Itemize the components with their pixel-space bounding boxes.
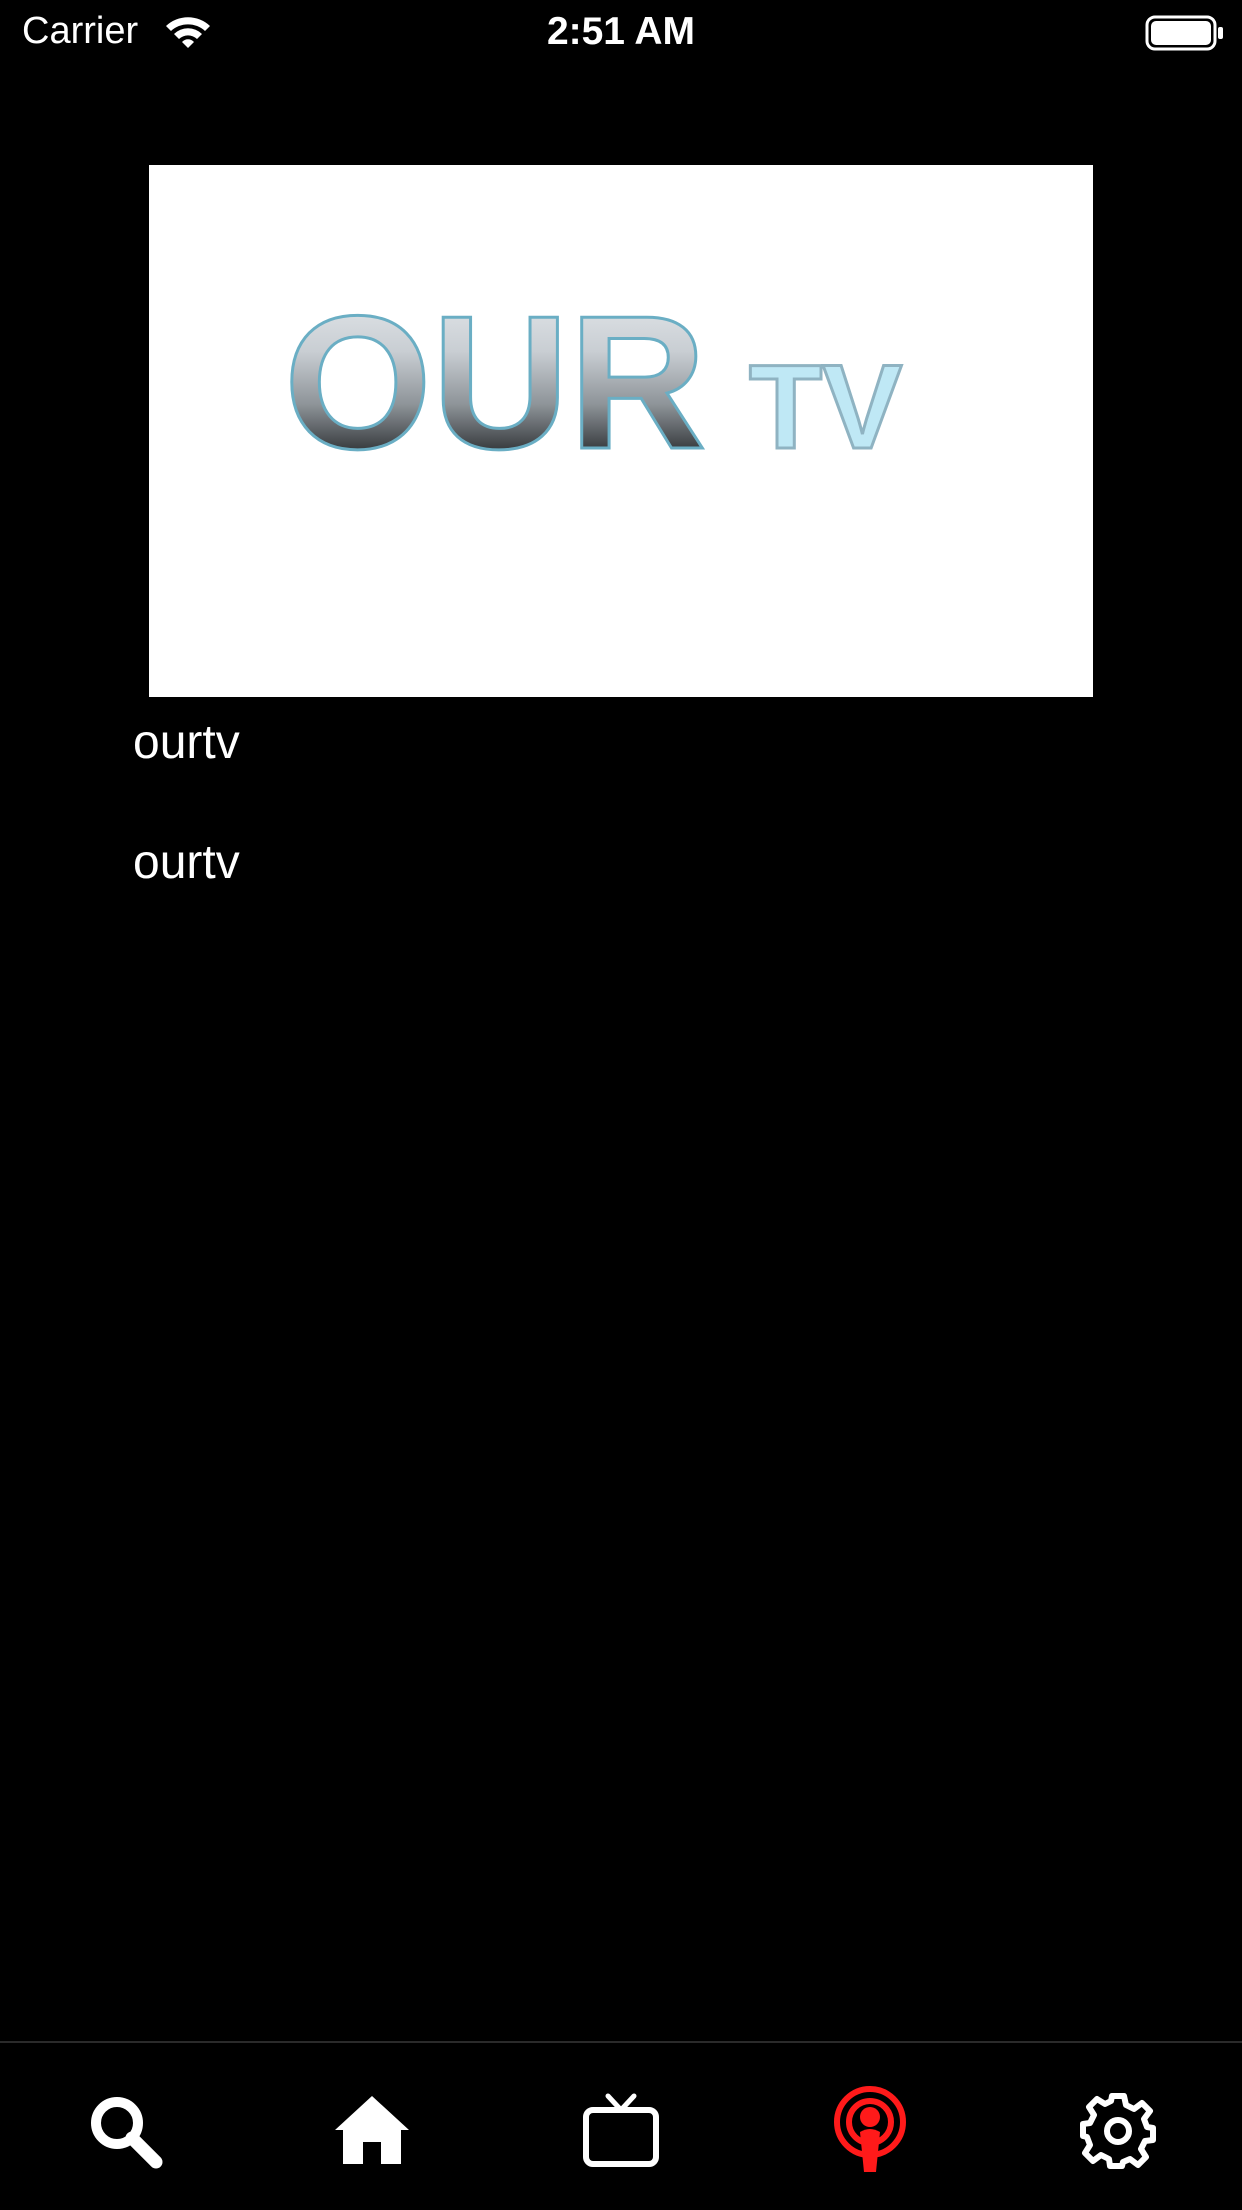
tab-home[interactable]: [322, 2083, 422, 2183]
logo-text-our: OUR: [284, 277, 706, 489]
status-bar: Carrier 2:51 AM: [0, 0, 1242, 66]
status-time: 2:51 AM: [546, 10, 696, 53]
tab-search[interactable]: [75, 2083, 175, 2183]
list-item[interactable]: ourtv: [133, 715, 240, 770]
tv-icon: [580, 2090, 662, 2177]
search-icon: [84, 2090, 166, 2177]
list-item[interactable]: ourtv: [133, 835, 240, 890]
podcast-icon: [829, 2085, 911, 2181]
logo-text-tv: TV: [749, 340, 902, 474]
tab-bar: [0, 2041, 1242, 2210]
tab-live[interactable]: [820, 2083, 920, 2183]
battery-icon: [1145, 15, 1225, 58]
home-icon: [331, 2090, 413, 2177]
tab-tv[interactable]: [571, 2083, 671, 2183]
gear-icon: [1077, 2090, 1159, 2177]
tab-settings[interactable]: [1068, 2083, 1168, 2183]
channel-logo[interactable]: OUR TV: [149, 165, 1093, 697]
